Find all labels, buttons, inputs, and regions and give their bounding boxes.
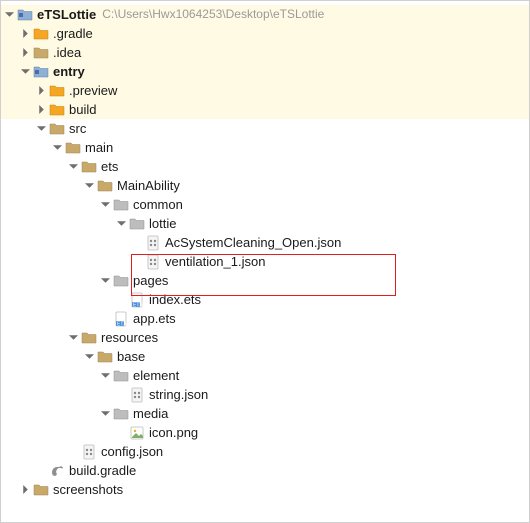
folder-icon bbox=[113, 197, 129, 213]
node-label: screenshots bbox=[53, 480, 123, 499]
ets-file-icon bbox=[113, 311, 129, 327]
node-label: base bbox=[117, 347, 145, 366]
folder-icon bbox=[81, 159, 97, 175]
json-file-icon bbox=[129, 387, 145, 403]
folder-icon bbox=[33, 45, 49, 61]
chevron-down-icon[interactable] bbox=[49, 140, 65, 156]
node-label: ets bbox=[101, 157, 118, 176]
tree-row[interactable]: build bbox=[1, 100, 529, 119]
json-file-icon bbox=[145, 235, 161, 251]
tree-row[interactable]: ets bbox=[1, 157, 529, 176]
folder-icon bbox=[97, 349, 113, 365]
tree-row[interactable]: screenshots bbox=[1, 480, 529, 499]
tree-row[interactable]: build.gradle bbox=[1, 461, 529, 480]
node-label: .idea bbox=[53, 43, 81, 62]
chevron-down-icon[interactable] bbox=[97, 273, 113, 289]
node-label: src bbox=[69, 119, 86, 138]
chevron-right-icon[interactable] bbox=[17, 26, 33, 42]
tree-row[interactable]: resources bbox=[1, 328, 529, 347]
node-label: ventilation_1.json bbox=[165, 252, 265, 271]
tree-row[interactable]: index.ets bbox=[1, 290, 529, 309]
json-file-icon bbox=[145, 254, 161, 270]
tree-row[interactable]: pages bbox=[1, 271, 529, 290]
tree-row[interactable]: src bbox=[1, 119, 529, 138]
chevron-down-icon[interactable] bbox=[97, 368, 113, 384]
chevron-down-icon[interactable] bbox=[97, 197, 113, 213]
tree-row[interactable]: .idea bbox=[1, 43, 529, 62]
chevron-right-icon[interactable] bbox=[33, 102, 49, 118]
node-label: app.ets bbox=[133, 309, 176, 328]
node-label: build.gradle bbox=[69, 461, 136, 480]
folder-icon bbox=[65, 140, 81, 156]
folder-icon bbox=[49, 102, 65, 118]
node-label: index.ets bbox=[149, 290, 201, 309]
tree-row[interactable]: MainAbility bbox=[1, 176, 529, 195]
node-label: string.json bbox=[149, 385, 208, 404]
tree-row[interactable]: icon.png bbox=[1, 423, 529, 442]
chevron-down-icon[interactable] bbox=[33, 121, 49, 137]
tree-row[interactable]: .gradle bbox=[1, 24, 529, 43]
tree-row[interactable]: config.json bbox=[1, 442, 529, 461]
node-label: element bbox=[133, 366, 179, 385]
folder-icon bbox=[113, 273, 129, 289]
folder-icon bbox=[97, 178, 113, 194]
folder-icon bbox=[33, 26, 49, 42]
node-label: main bbox=[85, 138, 113, 157]
node-label: MainAbility bbox=[117, 176, 180, 195]
node-path: C:\Users\Hwx1064253\Desktop\eTSLottie bbox=[102, 5, 324, 24]
tree-row-entry[interactable]: entry bbox=[1, 62, 529, 81]
tree-row[interactable]: .preview bbox=[1, 81, 529, 100]
node-label: .preview bbox=[69, 81, 117, 100]
module-icon bbox=[33, 64, 49, 80]
chevron-right-icon[interactable] bbox=[17, 482, 33, 498]
node-label: resources bbox=[101, 328, 158, 347]
chevron-down-icon[interactable] bbox=[81, 178, 97, 194]
tree-row-root[interactable]: eTSLottie C:\Users\Hwx1064253\Desktop\eT… bbox=[1, 5, 529, 24]
node-label: build bbox=[69, 100, 96, 119]
chevron-right-icon[interactable] bbox=[17, 45, 33, 61]
folder-icon bbox=[81, 330, 97, 346]
node-label: eTSLottie bbox=[37, 5, 96, 24]
node-label: common bbox=[133, 195, 183, 214]
chevron-down-icon[interactable] bbox=[81, 349, 97, 365]
folder-icon bbox=[113, 368, 129, 384]
chevron-down-icon[interactable] bbox=[65, 330, 81, 346]
node-label: icon.png bbox=[149, 423, 198, 442]
tree-row[interactable]: media bbox=[1, 404, 529, 423]
module-icon bbox=[17, 7, 33, 23]
tree-row[interactable]: base bbox=[1, 347, 529, 366]
project-tree[interactable]: eTSLottie C:\Users\Hwx1064253\Desktop\eT… bbox=[1, 1, 529, 503]
node-label: AcSystemCleaning_Open.json bbox=[165, 233, 341, 252]
tree-row[interactable]: main bbox=[1, 138, 529, 157]
tree-row[interactable]: ventilation_1.json bbox=[1, 252, 529, 271]
ets-file-icon bbox=[129, 292, 145, 308]
chevron-down-icon[interactable] bbox=[17, 64, 33, 80]
folder-icon bbox=[129, 216, 145, 232]
node-label: config.json bbox=[101, 442, 163, 461]
folder-icon bbox=[33, 482, 49, 498]
node-label: lottie bbox=[149, 214, 176, 233]
chevron-down-icon[interactable] bbox=[97, 406, 113, 422]
folder-icon bbox=[49, 121, 65, 137]
chevron-down-icon[interactable] bbox=[1, 7, 17, 23]
tree-row[interactable]: AcSystemCleaning_Open.json bbox=[1, 233, 529, 252]
json-file-icon bbox=[81, 444, 97, 460]
chevron-down-icon[interactable] bbox=[113, 216, 129, 232]
node-label: media bbox=[133, 404, 168, 423]
tree-row[interactable]: app.ets bbox=[1, 309, 529, 328]
image-file-icon bbox=[129, 425, 145, 441]
folder-icon bbox=[113, 406, 129, 422]
node-label: pages bbox=[133, 271, 168, 290]
tree-row[interactable]: lottie bbox=[1, 214, 529, 233]
folder-icon bbox=[49, 83, 65, 99]
gradle-file-icon bbox=[49, 463, 65, 479]
tree-row[interactable]: common bbox=[1, 195, 529, 214]
chevron-right-icon[interactable] bbox=[33, 83, 49, 99]
tree-row[interactable]: element bbox=[1, 366, 529, 385]
node-label: entry bbox=[53, 62, 85, 81]
tree-row[interactable]: string.json bbox=[1, 385, 529, 404]
node-label: .gradle bbox=[53, 24, 93, 43]
chevron-down-icon[interactable] bbox=[65, 159, 81, 175]
